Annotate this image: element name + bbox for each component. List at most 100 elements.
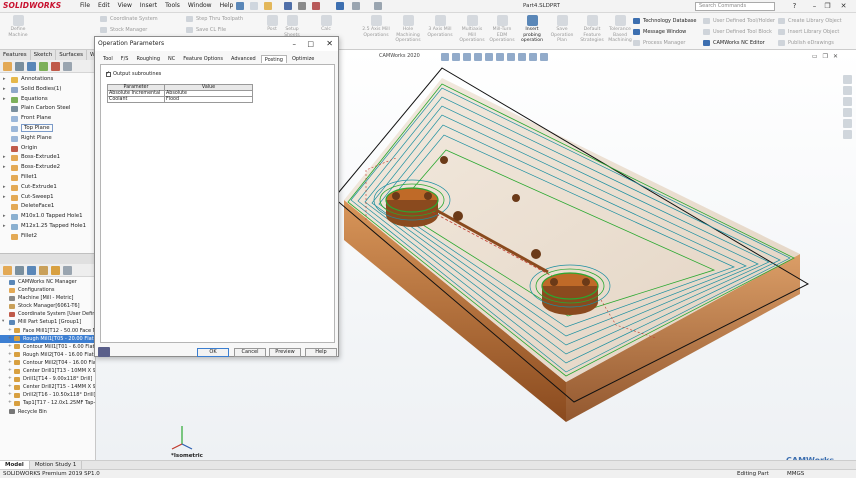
cam-item-mill-part-setup1-group1[interactable]: ▾ Mill Part Setup1 [Group1] <box>0 318 95 326</box>
dialog-tab-feature-options[interactable]: Feature Options <box>180 55 226 63</box>
cam-item-tap1-t17-12-0x1-25mf-tap-cutti[interactable]: + Tap1[T17 - 12.0x1.25MF Tap-Cutting] <box>0 399 95 407</box>
operation-tree-icon[interactable] <box>51 266 60 275</box>
expand-toggle-icon[interactable]: + <box>8 335 12 343</box>
cam-item-center-drill2-t15-14mm-x-90deg[interactable]: + Center Drill2[T15 - 14MM X 90DEG Center… <box>0 383 95 391</box>
minimize-icon[interactable]: – <box>810 1 819 11</box>
configuration-manager-icon[interactable] <box>27 266 36 275</box>
dialog-title-bar[interactable]: Operation Parameters – □ ✕ <box>95 37 338 51</box>
cam-item-machine-mill-metric[interactable]: Machine [Mill - Metric] <box>0 294 95 302</box>
dialog-tab-posting[interactable]: Posting <box>260 55 287 63</box>
cancel-button[interactable]: Cancel <box>234 348 266 357</box>
print-icon[interactable] <box>298 2 306 10</box>
dialog-info-icon[interactable] <box>98 347 110 357</box>
save-icon[interactable] <box>284 2 292 10</box>
panel-splitter[interactable] <box>0 253 96 264</box>
ribbon-default-feature-strategies-button[interactable]: Default Feature Strategies <box>578 15 606 44</box>
tree-item-boss-extrude2[interactable]: ▸ Boss-Extrude2 <box>0 163 95 173</box>
tab-features[interactable]: Features <box>0 50 31 60</box>
menu-file[interactable]: File <box>80 2 90 9</box>
expand-arrow-icon[interactable]: ▸ <box>3 95 6 105</box>
help-icon[interactable]: ? <box>790 1 799 11</box>
preview-button[interactable]: Preview <box>269 348 301 357</box>
expand-toggle-icon[interactable]: + <box>8 327 12 335</box>
expand-toggle-icon[interactable]: ▾ <box>2 318 4 326</box>
ribbon-3-axis-mill-operations-button[interactable]: 3 Axis Mill Operations <box>426 15 454 38</box>
home-icon[interactable] <box>236 2 244 10</box>
close-icon[interactable]: ✕ <box>839 1 848 11</box>
expand-toggle-icon[interactable]: + <box>8 399 12 407</box>
expand-toggle-icon[interactable]: + <box>8 359 12 367</box>
ribbon-insert-probing-operation-button[interactable]: Insert probing operation <box>518 15 546 44</box>
dialog-minimize-icon[interactable]: – <box>293 37 297 51</box>
cam-item-face-mill1-t12-50-00-face-mill[interactable]: + Face Mill1[T12 - 50.00 Face Mill] <box>0 327 95 335</box>
ribbon-tolerance-based-machining-button[interactable]: Tolerance Based Machining <box>606 15 634 44</box>
cam-item-contour-mill2-t04-16-00-flat-e[interactable]: + Contour Mill2[T04 - 16.00 Flat End] <box>0 359 95 367</box>
tree-item-solid-bodies-1[interactable]: ▸ Solid Bodies(1) <box>0 85 95 95</box>
tree-item-annotations[interactable]: ▸ Annotations <box>0 75 95 85</box>
ribbon-hole-machining-operations-button[interactable]: Hole Machining Operations <box>394 15 422 44</box>
tab-surfaces[interactable]: Surfaces <box>56 50 88 60</box>
ribbon-calc-button[interactable]: Calc <box>312 15 340 33</box>
ok-button[interactable]: OK <box>197 348 229 357</box>
menu-edit[interactable]: Edit <box>98 2 110 9</box>
unit-system[interactable]: MMGS <box>787 470 804 478</box>
menu-insert[interactable]: Insert <box>140 2 157 9</box>
expand-toggle-icon[interactable]: + <box>8 367 12 375</box>
tree-item-right-plane[interactable]: Right Plane <box>0 134 95 144</box>
cam-item-coordinate-system-user-defined[interactable]: Coordinate System [User Defined] <box>0 310 95 318</box>
feature-tree-icon[interactable] <box>3 266 12 275</box>
ribbon-create-library-object[interactable]: Create Library Object <box>778 17 842 25</box>
tree-item-cut-sweep1[interactable]: ▸ Cut-Sweep1 <box>0 193 95 203</box>
cam-item-contour-mill1-t01-6-00-flat-en[interactable]: + Contour Mill1[T01 - 6.00 Flat End] <box>0 343 95 351</box>
cam-item-camworks-nc-manager[interactable]: CAMWorks NC Manager <box>0 278 95 286</box>
property-manager-icon[interactable] <box>15 266 24 275</box>
ribbon-coordinate-system[interactable]: Coordinate System <box>100 15 158 23</box>
dialog-tab-advanced[interactable]: Advanced <box>228 55 259 63</box>
solidworks-logo[interactable]: SOLIDWORKS <box>3 1 61 12</box>
tree-item-fillet2[interactable]: Fillet2 <box>0 232 95 242</box>
tab-sketch[interactable]: Sketch <box>31 50 57 60</box>
cam-item-drill2-t16-10-50x118-drill[interactable]: + Drill2[T16 - 10.50x118° Drill] <box>0 391 95 399</box>
tree-item-m10x1-0-tapped-hole1[interactable]: ▸ M10x1.0 Tapped Hole1 <box>0 212 95 222</box>
expand-toggle-icon[interactable]: + <box>8 391 12 399</box>
camworks-feature-tree-icon[interactable] <box>39 266 48 275</box>
select-icon[interactable] <box>336 2 344 10</box>
ribbon-setup-sheets-button[interactable]: Setup Sheets <box>278 15 306 38</box>
tree-item-deleteface1[interactable]: DeleteFace1 <box>0 202 95 212</box>
expand-arrow-icon[interactable]: ▸ <box>3 193 6 203</box>
undo-icon[interactable] <box>312 2 320 10</box>
expand-arrow-icon[interactable]: ▸ <box>3 183 6 193</box>
expand-arrow-icon[interactable]: ▸ <box>3 85 6 95</box>
expand-toggle-icon[interactable]: + <box>8 375 12 383</box>
dialog-tab-optimize[interactable]: Optimize <box>289 55 317 63</box>
cam-item-recycle-bin[interactable]: Recycle Bin <box>0 408 95 416</box>
ribbon-publish-edrawings[interactable]: Publish eDrawings <box>778 39 834 47</box>
ribbon-message-window[interactable]: Message Window <box>633 28 686 36</box>
tree-item-cut-extrude1[interactable]: ▸ Cut-Extrude1 <box>0 183 95 193</box>
expand-toggle-icon[interactable]: + <box>8 343 12 351</box>
help-button[interactable]: Help <box>305 348 337 357</box>
cam-item-stock-manager-6061-t6[interactable]: Stock Manager[6061-T6] <box>0 302 95 310</box>
tree-item-origin[interactable]: Origin <box>0 144 95 154</box>
ribbon-save-operation-plan-button[interactable]: Save Operation Plan <box>548 15 576 44</box>
cam-item-center-drill1-t13-10mm-x-90deg[interactable]: + Center Drill1[T13 - 10MM X 90DEG Center… <box>0 367 95 375</box>
expand-arrow-icon[interactable]: ▸ <box>3 212 6 222</box>
property-manager-icon[interactable] <box>15 62 24 71</box>
ribbon-user-defined-tool-block[interactable]: User Defined Tool Block <box>703 28 772 36</box>
dialog-tab-tool[interactable]: Tool <box>100 55 116 63</box>
ribbon-define-machine-button[interactable]: Define Machine <box>4 15 32 38</box>
ribbon-multiaxis-mill-operations-button[interactable]: Multiaxis Mill Operations <box>458 15 486 44</box>
menu-window[interactable]: Window <box>188 2 212 9</box>
tree-item-fillet1[interactable]: Fillet1 <box>0 173 95 183</box>
cam-item-configurations[interactable]: Configurations <box>0 286 95 294</box>
tool-tree-icon[interactable] <box>63 266 72 275</box>
tree-item-front-plane[interactable]: Front Plane <box>0 114 95 124</box>
ribbon-2-5-axis-mill-operations-button[interactable]: 2.5 Axis Mill Operations <box>362 15 390 38</box>
display-manager-icon[interactable] <box>51 62 60 71</box>
camworks-feature-tree-icon[interactable] <box>63 62 72 71</box>
output-subroutines-checkbox[interactable]: Output subroutines <box>106 70 161 77</box>
ribbon-technology-database[interactable]: Technology Database <box>633 17 696 25</box>
expand-toggle-icon[interactable]: + <box>8 383 12 391</box>
expand-arrow-icon[interactable]: ▸ <box>3 153 6 163</box>
expand-toggle-icon[interactable]: + <box>8 351 12 359</box>
